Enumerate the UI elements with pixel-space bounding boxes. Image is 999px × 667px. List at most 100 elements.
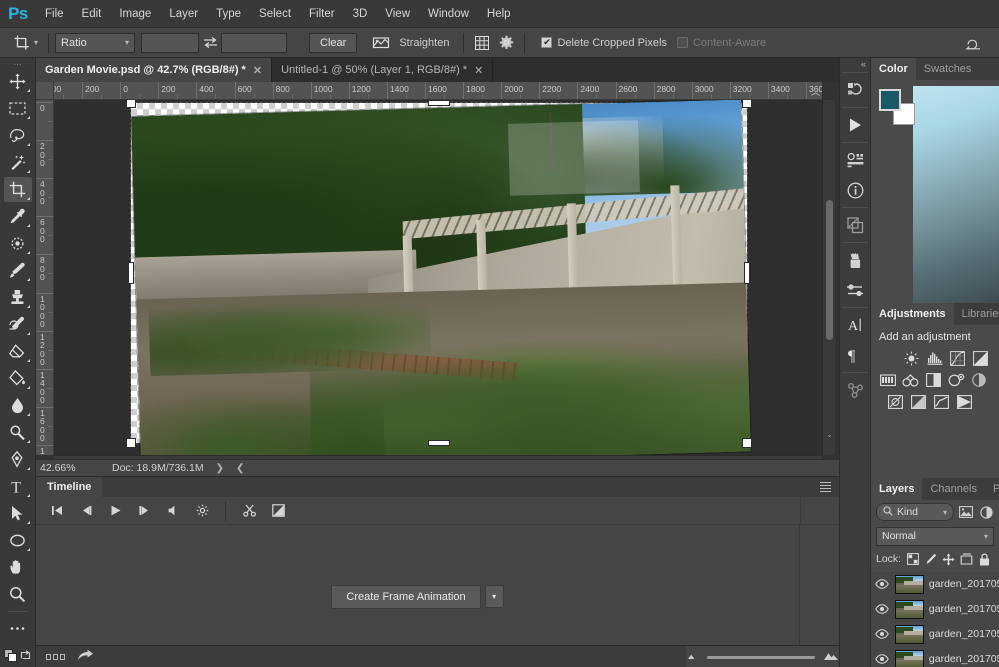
layer-visibility-icon[interactable] — [874, 651, 890, 667]
exposure-icon[interactable] — [972, 350, 989, 366]
brightness-contrast-icon[interactable] — [903, 350, 920, 366]
dodge-tool[interactable] — [4, 420, 32, 445]
vertical-ruler[interactable]: 020040060080010001200140016001800 — [36, 100, 54, 455]
blend-mode-select[interactable]: Normal ▾ — [876, 526, 994, 546]
layer-visibility-icon[interactable] — [874, 626, 890, 643]
tab-libraries[interactable]: Libraries — [953, 303, 999, 325]
double-chevron-left-icon[interactable]: « — [840, 58, 870, 70]
layer-thumbnail[interactable] — [895, 624, 924, 644]
black-white-icon[interactable] — [971, 372, 988, 388]
history-panel-icon[interactable] — [840, 75, 870, 105]
quick-selection-tool[interactable] — [4, 150, 32, 175]
layer-visibility-icon[interactable] — [874, 601, 890, 618]
hand-tool[interactable] — [4, 555, 32, 580]
menu-item-file[interactable]: File — [36, 0, 73, 28]
crop-height-input[interactable] — [221, 32, 288, 53]
toolbar-grip[interactable]: ⋯ — [0, 60, 35, 69]
swap-colors-icon[interactable] — [20, 650, 31, 664]
ellipse-tool[interactable] — [4, 528, 32, 553]
horizontal-ruler[interactable]: ︿ 40020002004006008001000120014001600180… — [54, 82, 822, 100]
layer-row[interactable]: garden_201705 — [871, 622, 999, 647]
next-frame-button[interactable] — [131, 499, 157, 523]
share-arrow-icon[interactable] — [77, 649, 94, 665]
small-mountain-icon[interactable] — [686, 651, 699, 663]
ruler-origin-corner[interactable] — [36, 82, 54, 100]
brushes-panel-icon[interactable] — [840, 245, 870, 275]
lock-artboard-nesting-icon[interactable] — [960, 553, 973, 566]
info-panel-icon[interactable] — [840, 175, 870, 205]
posterize-icon[interactable] — [910, 394, 927, 410]
layer-row[interactable]: garden_201705 — [871, 647, 999, 667]
brush-settings-panel-icon[interactable] — [840, 275, 870, 305]
clone-stamp-tool[interactable] — [4, 285, 32, 310]
menu-item-filter[interactable]: Filter — [300, 0, 344, 28]
menu-item-edit[interactable]: Edit — [73, 0, 111, 28]
photo-filter-icon[interactable] — [948, 372, 965, 388]
lock-position-icon[interactable] — [942, 553, 955, 566]
document-tab-untitled-1[interactable]: Untitled-1 @ 50% (Layer 1, RGB/8#) * ✕ — [272, 58, 494, 82]
split-at-playhead-button[interactable] — [236, 499, 262, 523]
canvas-area[interactable] — [54, 100, 822, 455]
lock-image-pixels-icon[interactable] — [924, 553, 937, 566]
layer-list[interactable]: garden_201705 garden_201705 garden_201705 g… — [871, 572, 999, 667]
zoom-level-input[interactable]: 42.66% — [36, 462, 92, 474]
zoom-tool[interactable] — [4, 582, 32, 607]
paragraph-panel-icon[interactable]: ¶ — [840, 340, 870, 370]
eyedropper-tool[interactable] — [4, 204, 32, 229]
layer-thumbnail[interactable] — [895, 574, 924, 594]
color-picker-ramp[interactable] — [913, 86, 999, 303]
lock-transparent-pixels-icon[interactable] — [906, 553, 919, 566]
hue-saturation-icon[interactable] — [902, 372, 919, 388]
crop-width-input[interactable] — [141, 32, 200, 53]
filter-adjustment-layers-icon[interactable] — [978, 504, 994, 520]
levels-icon[interactable] — [926, 350, 943, 366]
previous-frame-button[interactable] — [73, 499, 99, 523]
scrollbar-thumb[interactable] — [826, 200, 833, 340]
color-balance-icon[interactable] — [925, 372, 942, 388]
properties-panel-icon[interactable] — [840, 145, 870, 175]
clear-button[interactable]: Clear — [309, 32, 358, 53]
filter-pixel-layers-icon[interactable] — [958, 504, 974, 520]
scroll-down-icon[interactable]: ⌄ — [823, 427, 836, 441]
timeline-zoom-slider[interactable] — [707, 655, 815, 659]
gear-icon[interactable] — [494, 32, 518, 54]
tab-adjustments[interactable]: Adjustments — [871, 303, 954, 325]
lock-all-icon[interactable] — [978, 552, 991, 566]
layer-thumbnail[interactable] — [895, 649, 924, 667]
layer-filter-kind-select[interactable]: Kind ▾ — [876, 503, 954, 521]
menu-item-image[interactable]: Image — [110, 0, 160, 28]
character-panel-icon[interactable]: A — [840, 310, 870, 340]
path-selection-tool[interactable] — [4, 501, 32, 526]
pen-tool[interactable] — [4, 447, 32, 472]
create-frame-animation-button[interactable]: Create Frame Animation — [331, 584, 481, 609]
transition-button[interactable] — [265, 499, 291, 523]
layer-row[interactable]: garden_201705 — [871, 597, 999, 622]
curves-icon[interactable] — [949, 350, 966, 366]
tab-color[interactable]: Color — [871, 58, 916, 80]
menu-item-help[interactable]: Help — [478, 0, 520, 28]
edit-toolbar-more[interactable] — [4, 616, 32, 641]
close-icon[interactable]: ✕ — [474, 64, 483, 77]
3d-panel-icon[interactable] — [840, 375, 870, 405]
large-mountain-icon[interactable] — [823, 651, 839, 664]
invert-icon[interactable] — [887, 394, 904, 410]
layer-thumbnail[interactable] — [895, 599, 924, 619]
audio-mute-button[interactable] — [160, 499, 186, 523]
menu-item-window[interactable]: Window — [419, 0, 478, 28]
status-expand-icon[interactable]: ❯ — [216, 463, 224, 474]
content-aware-checkbox[interactable]: Content-Aware — [676, 37, 766, 49]
move-tool[interactable] — [4, 69, 32, 94]
history-brush-tool[interactable] — [4, 312, 32, 337]
panel-menu-icon[interactable] — [820, 482, 831, 492]
lasso-tool[interactable] — [4, 123, 32, 148]
crop-ratio-select[interactable]: Ratio ▾ — [55, 32, 136, 53]
chevron-down-icon[interactable]: ▾ — [484, 585, 504, 608]
active-tool-preset-picker[interactable]: ▾ — [6, 31, 42, 55]
straighten-icon[interactable] — [369, 32, 393, 54]
gradient-map-icon[interactable] — [956, 394, 973, 410]
frame-grid-icon[interactable] — [46, 653, 65, 660]
rectangular-marquee-tool[interactable] — [4, 96, 32, 121]
spot-healing-brush-tool[interactable] — [4, 231, 32, 256]
menu-item-type[interactable]: Type — [207, 0, 250, 28]
menu-item-3d[interactable]: 3D — [344, 0, 377, 28]
